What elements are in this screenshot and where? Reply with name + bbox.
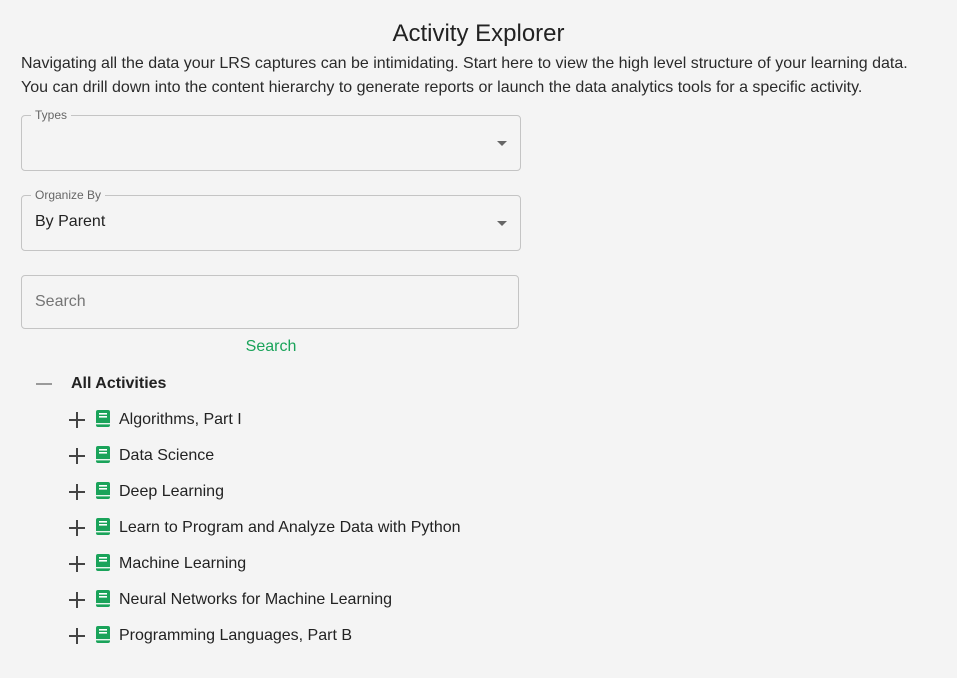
types-select[interactable]: Types bbox=[21, 108, 521, 171]
description-line-2: You can drill down into the content hier… bbox=[21, 79, 863, 96]
tree-item[interactable]: Algorithms, Part I bbox=[69, 408, 242, 432]
tree-item-label[interactable]: Data Science bbox=[119, 447, 214, 465]
tree-item[interactable]: Neural Networks for Machine Learning bbox=[69, 588, 392, 612]
tree-item[interactable]: Data Science bbox=[69, 444, 214, 468]
tree-item-label[interactable]: Machine Learning bbox=[119, 555, 246, 573]
search-input[interactable] bbox=[21, 275, 519, 329]
search-button[interactable]: Search bbox=[21, 338, 521, 356]
caret-down-icon[interactable] bbox=[497, 141, 507, 146]
tree-item[interactable]: Learn to Program and Analyze Data with P… bbox=[69, 516, 461, 540]
organize-by-label: Organize By bbox=[31, 188, 106, 202]
plus-icon[interactable] bbox=[69, 556, 85, 572]
book-icon bbox=[96, 446, 110, 463]
tree-item-label[interactable]: Programming Languages, Part B bbox=[119, 627, 352, 645]
plus-icon[interactable] bbox=[69, 592, 85, 608]
description-line-1: Navigating all the data your LRS capture… bbox=[21, 55, 908, 72]
book-icon bbox=[96, 590, 110, 607]
tree-item[interactable]: Machine Learning bbox=[69, 552, 246, 576]
tree-item[interactable]: Deep Learning bbox=[69, 480, 224, 504]
book-icon bbox=[96, 554, 110, 571]
book-icon bbox=[96, 626, 110, 643]
plus-icon[interactable] bbox=[69, 628, 85, 644]
plus-icon[interactable] bbox=[69, 412, 85, 428]
types-label: Types bbox=[31, 108, 72, 122]
page-description: Navigating all the data your LRS capture… bbox=[21, 52, 941, 100]
tree-item-label[interactable]: Algorithms, Part I bbox=[119, 411, 242, 429]
plus-icon[interactable] bbox=[69, 448, 85, 464]
caret-down-icon[interactable] bbox=[497, 221, 507, 226]
organize-by-value: By Parent bbox=[35, 213, 106, 230]
plus-icon[interactable] bbox=[69, 520, 85, 536]
tree-item-label[interactable]: Learn to Program and Analyze Data with P… bbox=[119, 519, 461, 537]
tree-item-label[interactable]: Neural Networks for Machine Learning bbox=[119, 591, 392, 609]
plus-icon[interactable] bbox=[69, 484, 85, 500]
organize-by-select[interactable]: Organize By By Parent bbox=[21, 188, 521, 251]
tree-root[interactable]: All Activities bbox=[36, 372, 166, 396]
book-icon bbox=[96, 410, 110, 427]
book-icon bbox=[96, 482, 110, 499]
tree-item-label[interactable]: Deep Learning bbox=[119, 483, 224, 501]
page-title: Activity Explorer bbox=[392, 20, 565, 47]
tree-root-label: All Activities bbox=[71, 375, 167, 392]
tree-item[interactable]: Programming Languages, Part B bbox=[69, 624, 352, 648]
minus-icon[interactable] bbox=[36, 383, 52, 385]
book-icon bbox=[96, 518, 110, 535]
